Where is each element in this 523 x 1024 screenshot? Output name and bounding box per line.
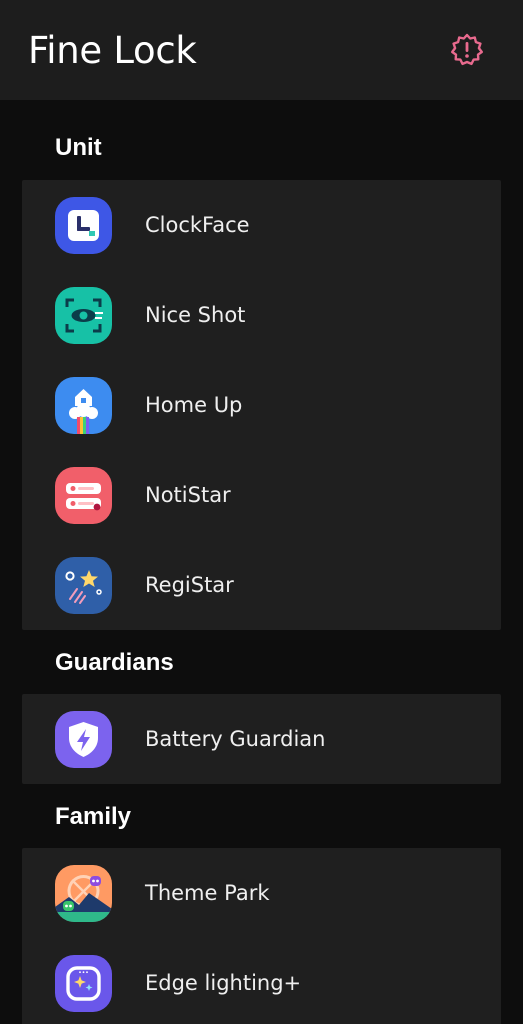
niceshot-icon xyxy=(55,286,112,344)
list-item-label: RegiStar xyxy=(145,573,234,597)
app-title: Fine Lock xyxy=(28,28,197,72)
registar-icon xyxy=(55,556,112,614)
homeup-icon xyxy=(55,376,112,434)
notistar-icon xyxy=(55,466,112,524)
list-item-home-up[interactable]: Home Up xyxy=(22,360,501,450)
list-item-battery-guardian[interactable]: Battery Guardian xyxy=(22,694,501,784)
section-card-unit: ClockFace Nice Shot Home Up NotiStar Reg… xyxy=(22,180,501,630)
section-header-family: Family xyxy=(55,803,132,830)
section-card-guardians: Battery Guardian xyxy=(22,694,501,784)
list-item-label: NotiStar xyxy=(145,483,231,507)
battery-guardian-icon xyxy=(55,710,112,768)
list-item-theme-park[interactable]: Theme Park xyxy=(22,848,501,938)
alert-badge-icon[interactable] xyxy=(449,32,485,68)
app-bar: Fine Lock xyxy=(0,0,523,100)
section-card-family: Theme Park Edge lighting+ xyxy=(22,848,501,1024)
edge-lighting-icon xyxy=(55,954,112,1012)
list-item-label: Theme Park xyxy=(145,881,270,905)
list-item-label: Edge lighting+ xyxy=(145,971,302,995)
theme-park-icon xyxy=(55,864,112,922)
section-header-guardians: Guardians xyxy=(55,649,174,676)
list-item-label: ClockFace xyxy=(145,213,250,237)
section-header-unit: Unit xyxy=(55,134,102,161)
list-item-nice-shot[interactable]: Nice Shot xyxy=(22,270,501,360)
clockface-icon xyxy=(55,196,112,254)
list-item-registar[interactable]: RegiStar xyxy=(22,540,501,630)
list-item-label: Nice Shot xyxy=(145,303,246,327)
list-item-edge-lighting[interactable]: Edge lighting+ xyxy=(22,938,501,1024)
list-item-label: Home Up xyxy=(145,393,243,417)
list-item-clockface[interactable]: ClockFace xyxy=(22,180,501,270)
list-item-label: Battery Guardian xyxy=(145,727,326,751)
fine-lock-screen: Fine Lock Unit ClockFace Nice Shot Home … xyxy=(0,0,523,1024)
list-item-notistar[interactable]: NotiStar xyxy=(22,450,501,540)
